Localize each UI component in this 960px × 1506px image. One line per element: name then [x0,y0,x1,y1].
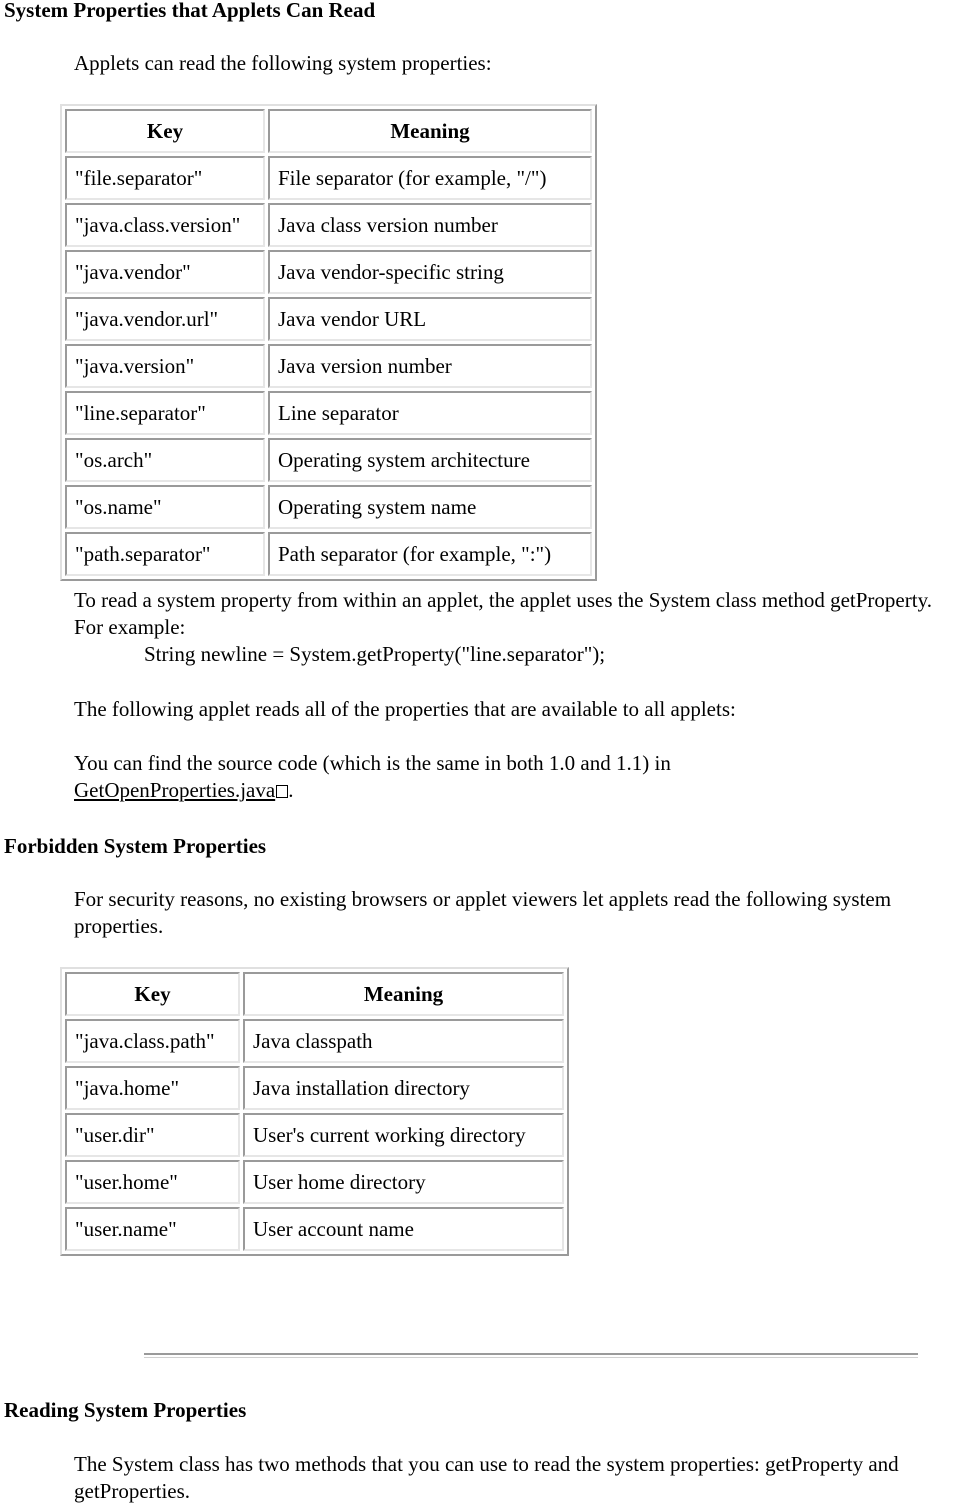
property-meaning: Java classpath [243,1019,564,1063]
table-row: "java.class.version" Java class version n… [65,203,592,247]
property-meaning: User home directory [243,1160,564,1204]
table-header-row: Key Meaning [65,109,592,153]
table-row: "os.arch" Operating system architecture [65,438,592,482]
table-header-row: Key Meaning [65,972,564,1016]
intro-reading: The System class has two methods that yo… [74,1452,899,1503]
section-heading-applets-can-read: System Properties that Applets Can Read [4,0,376,22]
column-header-key: Key [65,972,240,1016]
read-property-text: To read a system property from within an… [74,588,932,639]
section-heading-reading: Reading System Properties [4,1398,247,1422]
property-meaning: Java class version number [268,203,592,247]
source-trailing-period: . [288,778,294,802]
property-key: "java.version" [65,344,265,388]
property-meaning: Java vendor-specific string [268,250,592,294]
property-meaning: File separator (for example, "/") [268,156,592,200]
table-row: "line.separator" Line separator [65,391,592,435]
table-row: "user.dir" User's current working directo… [65,1113,564,1157]
property-meaning: Operating system architecture [268,438,592,482]
table-row: "os.name" Operating system name [65,485,592,529]
property-key: "user.dir" [65,1113,240,1157]
table-row: "user.home" User home directory [65,1160,564,1204]
property-key: "file.separator" [65,156,265,200]
table-row: "user.name" User account name [65,1207,564,1251]
source-code-paragraph: You can find the source code (which is t… [74,750,934,804]
code-example: String newline = System.getProperty("lin… [144,642,606,666]
property-meaning: User's current working directory [243,1113,564,1157]
column-header-meaning: Meaning [268,109,592,153]
property-key: "line.separator" [65,391,265,435]
table-row: "java.vendor" Java vendor-specific string [65,250,592,294]
external-link-box-icon [276,785,289,798]
source-code-link[interactable]: GetOpenProperties.java [74,778,275,802]
property-meaning: Java version number [268,344,592,388]
forbidden-properties-table: Key Meaning "java.class.path" Java classp… [60,967,569,1256]
property-key: "java.class.version" [65,203,265,247]
table-row: "java.vendor.url" Java vendor URL [65,297,592,341]
property-meaning: Java vendor URL [268,297,592,341]
column-header-key: Key [65,109,265,153]
property-meaning: Java installation directory [243,1066,564,1110]
property-meaning: User account name [243,1207,564,1251]
readable-properties-table: Key Meaning "file.separator" File separat… [60,104,597,581]
property-meaning: Operating system name [268,485,592,529]
source-code-text: You can find the source code (which is t… [74,751,671,775]
property-key: "java.vendor" [65,250,265,294]
property-key: "java.vendor.url" [65,297,265,341]
property-key: "java.class.path" [65,1019,240,1063]
horizontal-divider [144,1353,918,1358]
table-row: "java.home" Java installation directory [65,1066,564,1110]
intro-applets-can-read: Applets can read the following system pr… [74,51,492,75]
property-key: "path.separator" [65,532,265,576]
table-row: "file.separator" File separator (for exam… [65,156,592,200]
table-row: "java.class.path" Java classpath [65,1019,564,1063]
property-key: "java.home" [65,1066,240,1110]
table-row: "path.separator" Path separator (for exam… [65,532,592,576]
property-key: "os.arch" [65,438,265,482]
property-key: "user.name" [65,1207,240,1251]
section-heading-forbidden: Forbidden System Properties [4,834,267,858]
property-meaning: Path separator (for example, ":") [268,532,592,576]
property-key: "os.name" [65,485,265,529]
intro-forbidden: For security reasons, no existing browse… [74,887,892,938]
read-property-explanation: To read a system property from within an… [74,587,934,668]
table-row: "java.version" Java version number [65,344,592,388]
applet-description: The following applet reads all of the pr… [74,697,736,721]
column-header-meaning: Meaning [243,972,564,1016]
property-meaning: Line separator [268,391,592,435]
property-key: "user.home" [65,1160,240,1204]
